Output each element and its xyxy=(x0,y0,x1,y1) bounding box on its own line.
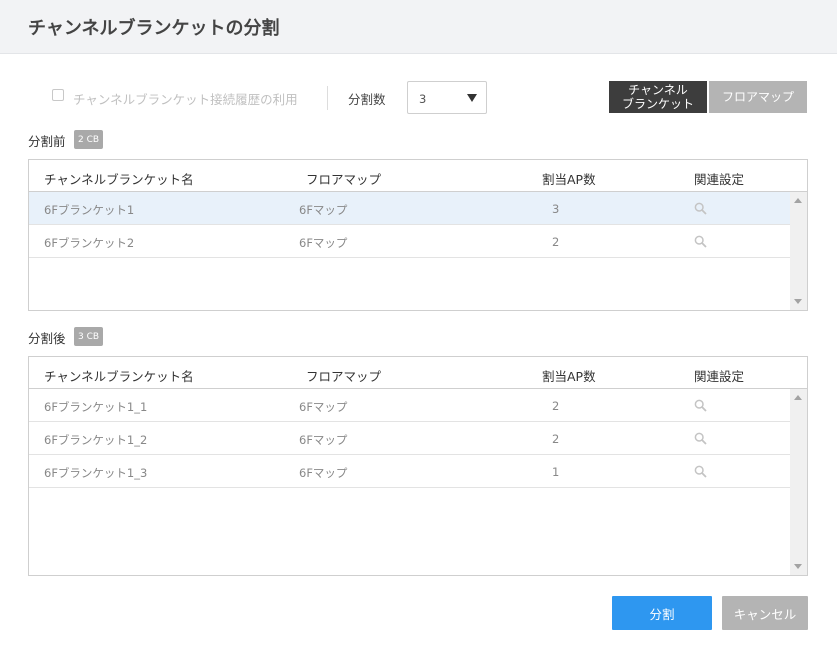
dialog-header: チャンネルブランケットの分割 xyxy=(0,0,837,54)
cell-ap-count: 2 xyxy=(552,432,560,446)
cell-name: 6Fブランケット2 xyxy=(44,236,135,250)
table-row[interactable]: 6Fブランケット1_1 6Fマップ 2 xyxy=(29,389,807,422)
divider xyxy=(327,86,328,110)
magnifier-icon[interactable] xyxy=(694,235,707,248)
magnifier-icon[interactable] xyxy=(694,202,707,215)
col-ap-count-header: 割当AP数 xyxy=(542,369,596,384)
col-settings-header: 関連設定 xyxy=(694,369,745,384)
col-settings-header: 関連設定 xyxy=(694,172,745,187)
history-checkbox-label: チャンネルブランケット接続履歴の利用 xyxy=(73,92,298,107)
magnifier-icon[interactable] xyxy=(694,432,707,445)
before-section-label: 分割前 xyxy=(28,134,66,149)
cell-floormap: 6Fマップ xyxy=(299,203,348,217)
cell-floormap: 6Fマップ xyxy=(299,466,348,480)
dialog-title: チャンネルブランケットの分割 xyxy=(28,18,280,39)
col-name-header: チャンネルブランケット名 xyxy=(44,369,194,384)
toggle-channel-blanket-line2: ブランケット xyxy=(621,97,694,111)
magnifier-icon[interactable] xyxy=(694,465,707,478)
scrollbar[interactable] xyxy=(790,389,807,575)
col-floormap-header: フロアマップ xyxy=(306,172,382,187)
col-floormap-header: フロアマップ xyxy=(306,369,382,384)
magnifier-icon[interactable] xyxy=(694,399,707,412)
cell-floormap: 6Fマップ xyxy=(299,236,348,250)
cell-ap-count: 2 xyxy=(552,235,560,249)
table-header: チャンネルブランケット名 フロアマップ 割当AP数 関連設定 xyxy=(29,160,807,192)
before-count-badge: 2 CB xyxy=(74,130,104,149)
toggle-floormap[interactable]: フロアマップ xyxy=(709,81,807,113)
cell-name: 6Fブランケット1_2 xyxy=(44,433,148,447)
split-button[interactable]: 分割 xyxy=(612,596,712,630)
scroll-down-icon[interactable] xyxy=(794,564,802,569)
after-count-badge: 3 CB xyxy=(74,327,104,346)
split-count-label: 分割数 xyxy=(348,92,386,107)
cell-name: 6Fブランケット1 xyxy=(44,203,135,217)
after-table: チャンネルブランケット名 フロアマップ 割当AP数 関連設定 6Fブランケット1… xyxy=(28,356,808,576)
split-count-select[interactable]: 3 xyxy=(407,81,487,114)
table-row[interactable]: 6Fブランケット1_2 6Fマップ 2 xyxy=(29,422,807,455)
scroll-up-icon[interactable] xyxy=(794,395,802,400)
cell-floormap: 6Fマップ xyxy=(299,400,348,414)
cell-name: 6Fブランケット1_1 xyxy=(44,400,148,414)
cell-ap-count: 3 xyxy=(552,202,560,216)
after-section-label: 分割後 xyxy=(28,331,66,346)
before-table: チャンネルブランケット名 フロアマップ 割当AP数 関連設定 6Fブランケット1… xyxy=(28,159,808,311)
table-row[interactable]: 6Fブランケット1 6Fマップ 3 xyxy=(29,192,807,225)
cancel-button[interactable]: キャンセル xyxy=(722,596,808,630)
cell-floormap: 6Fマップ xyxy=(299,433,348,447)
cell-ap-count: 1 xyxy=(552,465,560,479)
cell-ap-count: 2 xyxy=(552,399,560,413)
table-header: チャンネルブランケット名 フロアマップ 割当AP数 関連設定 xyxy=(29,357,807,389)
scrollbar[interactable] xyxy=(790,192,807,310)
caret-down-icon xyxy=(467,94,477,102)
scroll-down-icon[interactable] xyxy=(794,299,802,304)
toggle-channel-blanket[interactable]: チャンネル ブランケット xyxy=(609,81,707,113)
table-row[interactable]: 6Fブランケット2 6Fマップ 2 xyxy=(29,225,807,258)
cell-name: 6Fブランケット1_3 xyxy=(44,466,148,480)
scroll-up-icon[interactable] xyxy=(794,198,802,203)
split-count-value: 3 xyxy=(419,92,427,106)
toggle-channel-blanket-line1: チャンネル xyxy=(628,83,688,97)
table-row[interactable]: 6Fブランケット1_3 6Fマップ 1 xyxy=(29,455,807,488)
col-ap-count-header: 割当AP数 xyxy=(542,172,596,187)
col-name-header: チャンネルブランケット名 xyxy=(44,172,194,187)
history-checkbox[interactable] xyxy=(52,89,64,101)
